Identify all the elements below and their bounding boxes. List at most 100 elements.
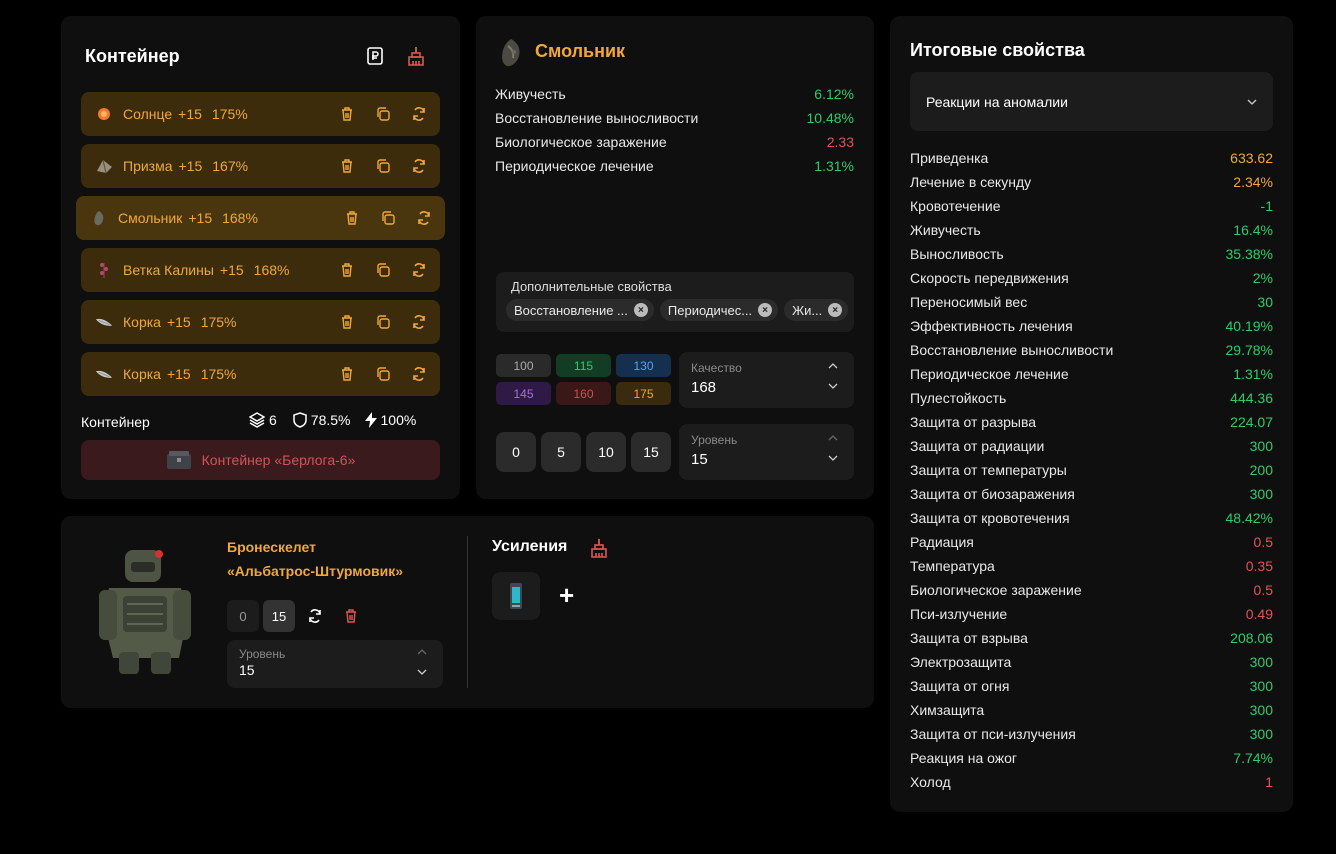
quality-value: 168 — [691, 379, 717, 396]
trash-icon[interactable] — [345, 211, 359, 225]
artifact-level-preset-button[interactable]: 5 — [541, 432, 581, 472]
armor-exoskeleton-image — [97, 544, 193, 676]
stepper-arrows-icon[interactable] — [417, 648, 427, 678]
boost-slot[interactable] — [492, 572, 540, 620]
total-property-value: 444.36 — [1230, 390, 1273, 406]
refresh-icon[interactable] — [412, 367, 426, 381]
add-boost-button[interactable]: + — [559, 580, 574, 611]
copy-icon[interactable] — [376, 263, 390, 277]
trash-icon[interactable] — [340, 367, 354, 381]
totals-category-dropdown[interactable]: Реакции на аномалии — [910, 72, 1273, 131]
total-property-label: Кровотечение — [910, 198, 1001, 214]
trash-icon[interactable] — [345, 609, 357, 623]
ruble-document-icon[interactable] — [367, 47, 383, 65]
artifact-row[interactable]: Корка +15 175% — [81, 300, 440, 344]
totals-panel: Итоговые свойства Реакции на аномалии Пр… — [890, 16, 1293, 812]
stat-label: Восстановление выносливости — [495, 110, 699, 126]
quality-input[interactable]: Качество 168 — [679, 352, 854, 408]
chip-label: Жи... — [792, 302, 823, 318]
artifact-level-preset-button[interactable]: 15 — [631, 432, 671, 472]
artifact-stat-row: Живучесть 6.12% — [495, 86, 854, 102]
stat-value: 2.33 — [826, 134, 854, 150]
extra-property-chip[interactable]: Жи... × — [784, 299, 849, 321]
refresh-icon[interactable] — [412, 159, 426, 173]
artifact-row[interactable]: Ветка Калины +15 168% — [81, 248, 440, 292]
stepper-arrows-icon[interactable] — [828, 362, 838, 392]
copy-icon[interactable] — [376, 107, 390, 121]
quality-preset-button[interactable]: 175 — [616, 382, 671, 405]
extra-properties-title: Дополнительные свойства — [511, 279, 672, 294]
quality-preset-button[interactable]: 130 — [616, 354, 671, 377]
dropdown-selected: Реакции на аномалии — [926, 93, 1068, 110]
total-property-row: Защита от пси-излучения 300 — [910, 726, 1273, 742]
total-property-label: Защита от взрыва — [910, 630, 1028, 646]
armor-level-input[interactable]: Уровень 15 — [227, 640, 443, 688]
refresh-icon[interactable] — [412, 315, 426, 329]
total-property-value: 633.62 — [1230, 150, 1273, 166]
extra-property-chip[interactable]: Восстановление ... × — [506, 299, 654, 321]
container-select-button[interactable]: Контейнер «Берлога-6» — [81, 440, 440, 480]
artifact-row[interactable]: Солнце +15 175% — [81, 92, 440, 136]
artifact-level-preset-button[interactable]: 10 — [586, 432, 626, 472]
total-property-row: Химзащита 300 — [910, 702, 1273, 718]
trash-icon[interactable] — [340, 263, 354, 277]
total-property-value: 7.74% — [1233, 750, 1273, 766]
extra-property-chip[interactable]: Периодичес... × — [659, 299, 779, 321]
copy-icon[interactable] — [376, 315, 390, 329]
total-property-value: 48.42% — [1225, 510, 1273, 526]
trash-icon[interactable] — [340, 107, 354, 121]
stat-label: Живучесть — [495, 86, 566, 102]
quality-preset-button[interactable]: 115 — [556, 354, 611, 377]
quality-preset-button[interactable]: 160 — [556, 382, 611, 405]
refresh-icon[interactable] — [417, 211, 431, 225]
refresh-icon[interactable] — [308, 609, 322, 623]
artifact-level-preset-button[interactable]: 0 — [496, 432, 536, 472]
total-property-label: Защита от кровотечения — [910, 510, 1070, 526]
container-title: Контейнер — [85, 46, 180, 66]
refresh-icon[interactable] — [412, 107, 426, 121]
stat-label: Периодическое лечение — [495, 158, 654, 174]
armor-level-value: 15 — [239, 662, 255, 678]
total-property-value: 29.78% — [1225, 342, 1273, 358]
broom-clear-icon[interactable] — [407, 46, 425, 66]
boost-container-icon — [507, 581, 525, 611]
total-property-value: 300 — [1249, 702, 1273, 718]
container-chest-icon — [166, 450, 192, 470]
chevron-down-icon — [1247, 99, 1257, 105]
copy-icon[interactable] — [376, 367, 390, 381]
trash-icon[interactable] — [340, 159, 354, 173]
artifact-row-plus: +15 — [166, 366, 191, 382]
total-property-row: Защита от кровотечения 48.42% — [910, 510, 1273, 526]
container-footer-label: Контейнер — [81, 414, 150, 430]
layers-icon — [249, 412, 265, 428]
artifact-level-input[interactable]: Уровень 15 — [679, 424, 854, 480]
totals-title: Итоговые свойства — [910, 40, 1085, 60]
total-property-row: Живучесть 16.4% — [910, 222, 1273, 238]
stepper-arrows-icon[interactable] — [828, 434, 838, 464]
broom-clear-icon[interactable] — [590, 538, 608, 558]
total-property-label: Защита от радиации — [910, 438, 1045, 454]
trash-icon[interactable] — [340, 315, 354, 329]
chip-remove-icon[interactable]: × — [828, 303, 843, 317]
total-property-value: 1.31% — [1233, 366, 1273, 382]
chip-remove-icon[interactable]: × — [758, 303, 773, 317]
energy-value: 100% — [380, 412, 417, 428]
chip-remove-icon[interactable]: × — [633, 303, 648, 317]
armor-level-0-button[interactable]: 0 — [227, 600, 259, 632]
artifact-row[interactable]: Призма +15 167% — [81, 144, 440, 188]
total-property-row: Эффективность лечения 40.19% — [910, 318, 1273, 334]
total-property-row: Периодическое лечение 1.31% — [910, 366, 1273, 382]
total-property-row: Переносимый вес 30 — [910, 294, 1273, 310]
artifact-stat-row: Периодическое лечение 1.31% — [495, 158, 854, 174]
artifact-row[interactable]: Смольник +15 168% — [76, 196, 445, 240]
refresh-icon[interactable] — [412, 263, 426, 277]
chip-label: Восстановление ... — [514, 302, 628, 318]
quality-preset-button[interactable]: 145 — [496, 382, 551, 405]
copy-icon[interactable] — [376, 159, 390, 173]
armor-level-15-button[interactable]: 15 — [263, 600, 295, 632]
quality-label: Качество — [691, 361, 742, 375]
artifact-row[interactable]: Корка +15 175% — [81, 352, 440, 396]
total-property-label: Восстановление выносливости — [910, 342, 1114, 358]
copy-icon[interactable] — [381, 211, 395, 225]
quality-preset-button[interactable]: 100 — [496, 354, 551, 377]
